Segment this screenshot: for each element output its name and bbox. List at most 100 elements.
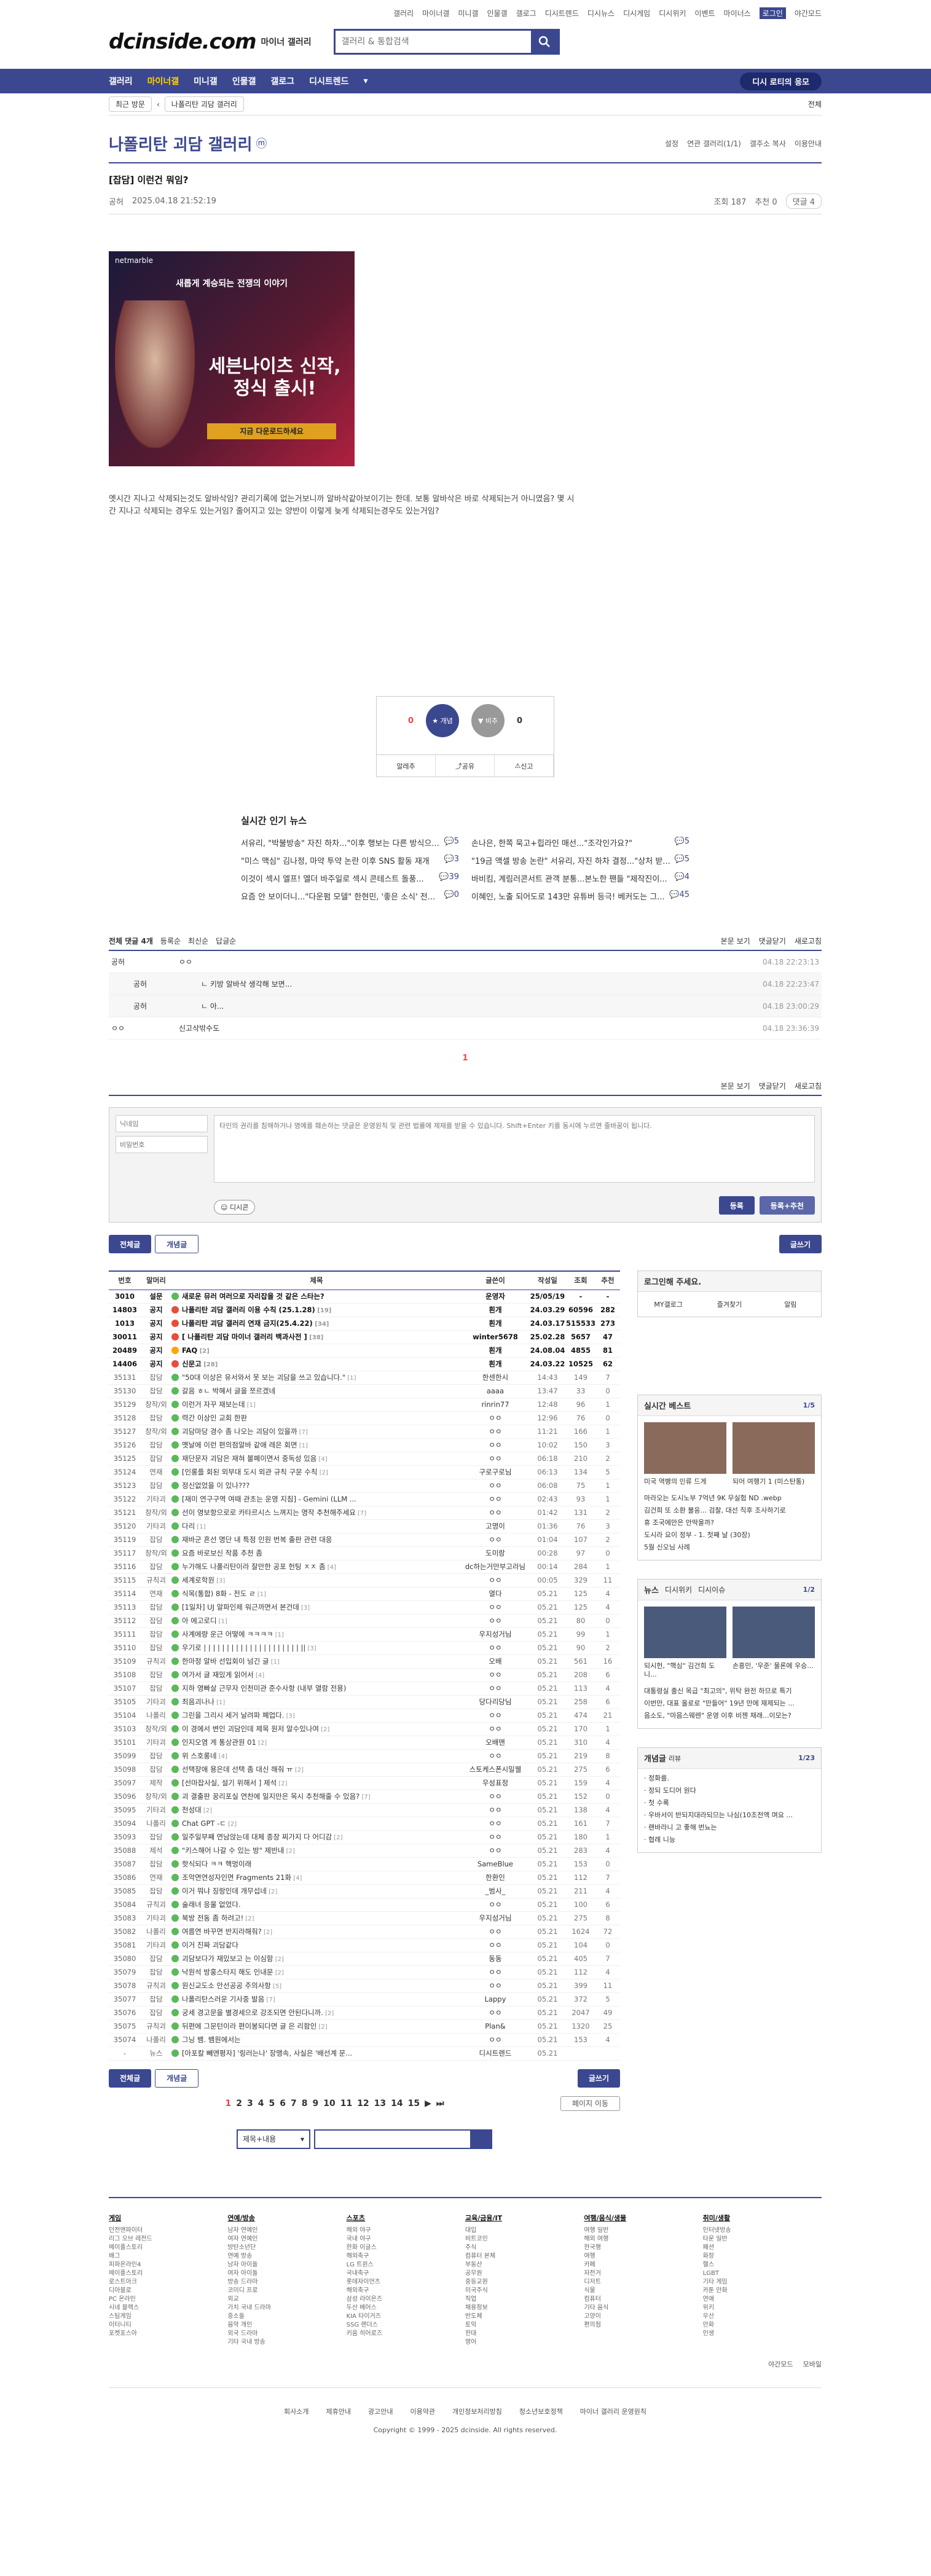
post-title-text[interactable]: [ 나폴리탄 괴담 마이너 갤러리 백과사전 ] <box>182 1333 307 1341</box>
post-title-text[interactable]: 괴담보다가 재밌보고 는 이심함 <box>182 1954 273 1963</box>
page-jump-button[interactable]: 페이지 이동 <box>560 2096 620 2111</box>
best-item[interactable]: 마라오는 도시노부 7억년 9K 무실험 ND .webp <box>644 1492 815 1505</box>
post-title[interactable]: 인지오염 게 통상관원 01 [2] <box>171 1736 462 1750</box>
post-title-text[interactable]: 선택장애 용은데 선택 좀 대신 해줘 ㅠ <box>182 1765 293 1774</box>
post-title-text[interactable]: 누가해도 나폴리탄이라 잘만한 공포 헌팅 ㅈㅈ 좀 <box>182 1562 326 1571</box>
post-writer[interactable]: ㅇㅇ <box>461 1790 529 1804</box>
post-writer[interactable]: 당다리당님 <box>461 1695 529 1709</box>
gallery-title[interactable]: 나폴리탄 괴담 갤러리 <box>109 132 252 155</box>
post-title-text[interactable]: 그닝 뱀. 뱀원에서는 <box>182 2035 241 2044</box>
gallery-tool[interactable]: 설정 <box>665 138 678 149</box>
post-writer[interactable]: 우지성거님 <box>461 1627 529 1642</box>
post-title[interactable]: 낙원석 방홍스타지 해도 인내문 [2] <box>171 1965 462 1979</box>
table-row[interactable]: 35127 창작/외 괴담마당 경수 좀 나오는 괴담이 있을까 [7] ㅇㅇ 11:2… <box>109 1425 620 1439</box>
topnav-item[interactable]: 야간모드 <box>795 8 822 18</box>
list-search-input[interactable] <box>314 2129 492 2149</box>
search-input[interactable] <box>335 31 531 53</box>
chevron-left-icon[interactable]: ‹ <box>157 100 160 109</box>
post-writer[interactable]: ㅇㅇ <box>461 1965 529 1979</box>
footer-link[interactable]: 포켓포스아 <box>109 2330 227 2338</box>
post-title[interactable]: 누가해도 나폴리탄이라 잘만한 공포 헌팅 ㅈㅈ 좀 [4] <box>171 1560 462 1574</box>
close-comments-link-bottom[interactable]: 댓글닫기 <box>759 1081 786 1091</box>
table-row[interactable]: 35097 제작 [선마잡사실, 설기 위해서 ] 제석 [2] 우성표정 05.21 1… <box>109 1776 620 1790</box>
page-link[interactable]: 11 <box>340 2099 352 2108</box>
news-item[interactable]: 이것이 섹시 엘프! 엘더 바주일로 섹시 콘테스트 돌풍... 💬39 <box>241 872 459 884</box>
thumb-card[interactable]: 되어 여행기 1 (미스탄통) <box>733 1422 815 1486</box>
login-box-button[interactable]: 즐겨찾기 <box>699 1292 760 1317</box>
post-title-text[interactable]: 이거 진짜 괴담같다 <box>182 1941 238 1949</box>
news-title[interactable]: 손나은, 한쪽 묵고+힙라인 매선..."조각인가요?" <box>471 837 632 848</box>
mobile-link[interactable]: 모바일 <box>803 2359 822 2369</box>
table-row[interactable]: 35117 창작/외 요즘 바로보신 작품 추천 좀 도미랑 00:28 97 0 <box>109 1546 620 1560</box>
post-title[interactable]: 나폴리탄스러운 기사중 발음 [7] <box>171 1992 462 2006</box>
post-title[interactable]: 천성대 [2] <box>171 1803 462 1817</box>
post-title-text[interactable]: 그린을 그리시 세거 날려파 폐업다. <box>182 1711 284 1720</box>
table-row[interactable]: 35098 잡담 선택장애 용은데 선택 좀 대신 해줘 ㅠ [2] 스토케스폰시일웰… <box>109 1763 620 1777</box>
footer-link[interactable]: 인터넷방송 <box>703 2226 822 2235</box>
dccon-button[interactable]: ☺ 디시콘 <box>214 1200 256 1215</box>
post-writer[interactable]: rinrin77 <box>461 1398 529 1412</box>
post-writer[interactable]: 오배맨 <box>461 1736 529 1750</box>
footer-heading[interactable]: 교육/금융/IT <box>465 2214 584 2223</box>
page-link[interactable]: 8 <box>302 2099 308 2108</box>
notice-row[interactable]: 30011 공지[ 나폴리탄 괴담 마이너 갤러리 백과사전 ] [38] wint… <box>109 1330 620 1344</box>
concept-item[interactable]: · 정화를. <box>644 1772 815 1785</box>
post-title-text[interactable]: [아포칼 빼앤평자] '링러는나' 장맹속, 사실은 '배선계 문... <box>182 2049 352 2057</box>
tab-dcwiki[interactable]: 디시위키 <box>665 1584 692 1595</box>
footer-link[interactable]: 만화 <box>703 2321 822 2330</box>
footer-bottom-link[interactable]: 이용약관 <box>410 2406 434 2416</box>
post-title-text[interactable]: 력간 이상인 교회 한판 <box>182 1414 247 1422</box>
footer-link[interactable]: 토익 <box>465 2321 584 2330</box>
post-title-text[interactable]: 세계로학원 <box>182 1576 214 1584</box>
subscribe-button[interactable]: 알레추 <box>377 755 436 777</box>
footer-link[interactable]: 방탄소년단 <box>227 2244 346 2252</box>
sort-reply[interactable]: 답글순 <box>216 936 236 946</box>
tab-concept-posts-bottom[interactable]: 개념글 <box>155 2069 199 2088</box>
table-row[interactable]: 35075 규칙괴 뒤편에 그문턴이라 편이봉되다면 글 은 리함인 [2] Plan… <box>109 2019 620 2034</box>
concept-pager[interactable]: 1/23 <box>798 1754 815 1762</box>
post-title-text[interactable]: 이 경에서 변인 괴담인데 제목 원저 알수있나여 <box>182 1725 319 1733</box>
breadcrumb[interactable]: 나폴리탄 괴담 갤러리 <box>164 96 244 112</box>
post-title-text[interactable]: 정신없었을 이 있나??? <box>182 1481 249 1490</box>
post-title-text[interactable]: 여름연 바꾸면 반지라해줘? <box>182 1927 262 1936</box>
view-body-link-bottom[interactable]: 본문 보기 <box>721 1081 750 1091</box>
post-title-text[interactable]: 재바군 흔선 명단 내 특정 인원 번복 출판 관련 대응 <box>182 1535 332 1544</box>
post-writer[interactable]: ㅇㅇ <box>461 1438 529 1452</box>
post-title[interactable]: Chat GPT -ㄷ [2] <box>171 1817 462 1831</box>
tab-dcissue[interactable]: 디시이슈 <box>698 1584 725 1595</box>
comment-textarea[interactable] <box>214 1115 815 1183</box>
page-link[interactable]: 15 <box>408 2099 420 2108</box>
footer-link[interactable]: 중등교원 <box>465 2278 584 2287</box>
post-title-text[interactable]: 북방 전동 좀 하려고! <box>182 1914 243 1922</box>
post-title-text[interactable]: 우기로 | | | | | | | | | | | | | | | | | | … <box>182 1643 305 1652</box>
report-button[interactable]: ⚠ 신고 <box>495 755 554 777</box>
post-title[interactable]: 우기로 | | | | | | | | | | | | | | | | | | … <box>171 1641 462 1655</box>
page-link[interactable]: 1 <box>225 2099 231 2108</box>
topnav-item[interactable]: 갤러리 <box>393 8 414 18</box>
post-title[interactable]: 요즘 바로보신 작품 추천 좀 <box>171 1546 462 1560</box>
footer-heading[interactable]: 스포츠 <box>347 2214 465 2223</box>
post-title-text[interactable]: "50대 이상은 유서와서 못 보는 괴담을 쓰고 있습니다." <box>182 1373 345 1382</box>
gnb-item[interactable]: 갤러리 <box>109 75 133 87</box>
post-title[interactable]: 위 스호롱네 [4] <box>171 1749 462 1763</box>
gnb-item[interactable]: 미니갤 <box>194 75 218 87</box>
footer-link[interactable]: 직업 <box>465 2295 584 2304</box>
news-list-item[interactable]: 이번만, 대표 올로로 "만들어" 19년 만에 재제되는 ... <box>644 1697 815 1710</box>
table-row[interactable]: 35074 나폴리 그닝 뱀. 뱀원에서는 ㅇㅇ 05.21 153 4 <box>109 2033 620 2047</box>
post-writer[interactable]: ㅇㅇ <box>461 1573 529 1587</box>
footer-link[interactable]: 두산 베어스 <box>347 2304 465 2312</box>
footer-link[interactable]: 컴퓨터 본체 <box>465 2252 584 2261</box>
post-writer[interactable]: Lappy <box>461 1992 529 2006</box>
post-author[interactable]: 공허 <box>109 195 124 207</box>
news-item[interactable]: 이혜인, 노출 되어도로 143만 유튜버 등극! 베커도는 그... 💬45 <box>471 890 689 902</box>
topnav-item[interactable]: 디시게임 <box>623 8 650 18</box>
table-row[interactable]: 35124 연재 [인롱플 회된 외부대 도시 외관 규칙 구문 수칙 [2] 구로구… <box>109 1465 620 1479</box>
post-title-text[interactable]: 인지오염 게 통상관원 01 <box>182 1738 256 1747</box>
footer-link[interactable]: 미국주식 <box>465 2287 584 2295</box>
submit-button[interactable]: 등록 <box>718 1196 755 1215</box>
nickname-input[interactable] <box>116 1115 208 1132</box>
post-title[interactable]: 괴 결출판 꿍리포실 연찬에 일지만은 목시 추천해줄 수 있음? [7] <box>171 1790 462 1804</box>
page-link[interactable]: 6 <box>280 2099 286 2108</box>
post-title-text[interactable]: [재미 연구구역 여때 관초는 운영 지침] - Gemini (LLM ... <box>182 1495 356 1503</box>
post-title[interactable]: [아포칼 빼앤평자] '링러는나' 장맹속, 사실은 '배선계 문... <box>171 2046 462 2061</box>
